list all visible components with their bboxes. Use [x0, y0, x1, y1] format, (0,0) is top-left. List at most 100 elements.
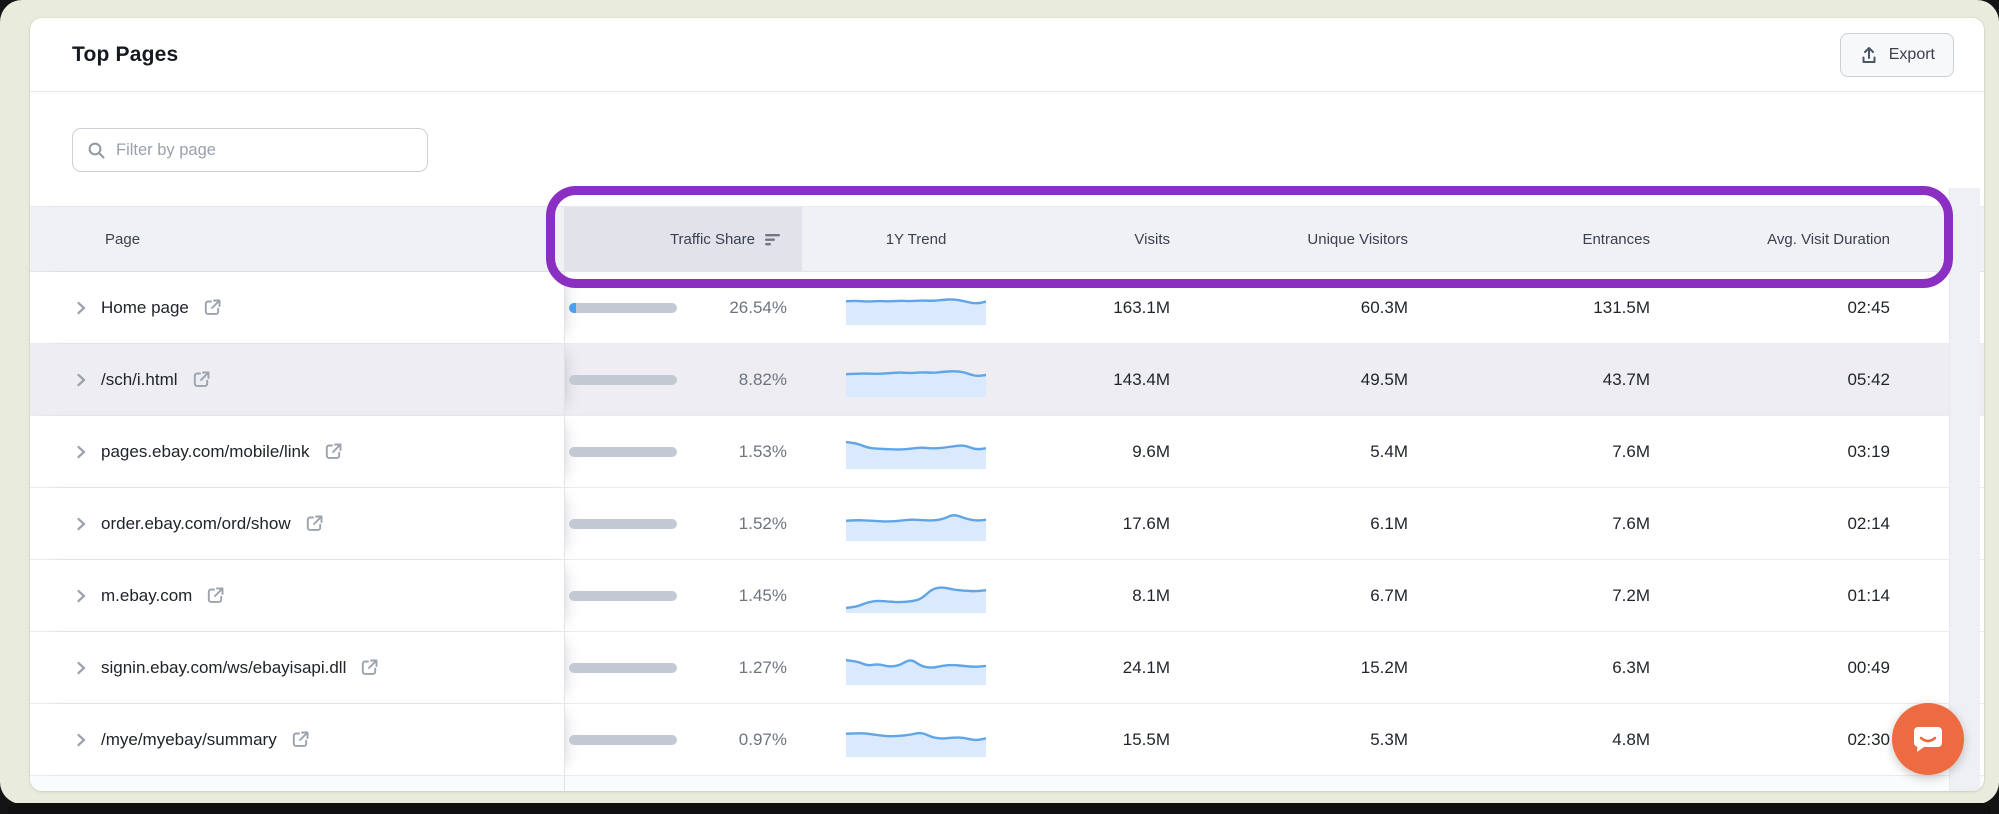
column-header-avg-visit-duration[interactable]: Avg. Visit Duration [1665, 207, 1905, 271]
chat-bubble-icon [1908, 719, 1948, 759]
visits-value: 8.1M [1132, 585, 1170, 605]
page-cell[interactable]: Home page [30, 272, 565, 343]
chevron-right-icon[interactable] [74, 732, 88, 748]
page-title: Top Pages [72, 42, 179, 66]
entrances-value: 6.3M [1612, 657, 1650, 677]
table-row[interactable]: Home page 26.54% 163.1M 60.3M 131.5M 02:… [30, 272, 1984, 344]
column-header-page[interactable]: Page [30, 207, 565, 271]
vertical-scrollbar-track[interactable] [1949, 188, 1980, 791]
traffic-share-value: 26.54% [729, 297, 787, 317]
table-body: Home page 26.54% 163.1M 60.3M 131.5M 02:… [30, 272, 1984, 776]
chevron-right-icon[interactable] [74, 372, 88, 388]
external-link-icon[interactable] [304, 513, 325, 534]
entrances-value: 7.2M [1612, 585, 1650, 605]
table-row[interactable]: pages.ebay.com/mobile/link 1.53% 9.6M 5.… [30, 416, 1984, 488]
chevron-right-icon[interactable] [74, 660, 88, 676]
traffic-share-value: 0.97% [738, 729, 787, 749]
top-pages-card: Top Pages Export Page Traffic [30, 18, 1984, 791]
export-icon [1859, 45, 1879, 65]
column-header-entrances[interactable]: Entrances [1423, 207, 1665, 271]
filter-input[interactable] [116, 140, 413, 160]
traffic-share-cell: 1.45% [565, 560, 802, 631]
external-link-icon[interactable] [290, 729, 311, 750]
traffic-share-bar [569, 518, 677, 529]
external-link-icon[interactable] [323, 441, 344, 462]
filter-box [72, 128, 428, 172]
sort-descending-icon [764, 232, 782, 247]
page-name: pages.ebay.com/mobile/link [101, 441, 310, 461]
avg-visit-duration-value: 02:14 [1847, 513, 1890, 533]
column-header-entrances-label: Entrances [1582, 230, 1650, 248]
visits-value: 9.6M [1132, 441, 1170, 461]
table-row[interactable]: /mye/myebay/summary 0.97% 15.5M 5.3M 4.8… [30, 704, 1984, 776]
visits-value: 24.1M [1122, 657, 1170, 677]
traffic-share-bar [569, 734, 677, 745]
chevron-right-icon[interactable] [74, 516, 88, 532]
traffic-share-bar-fill [569, 302, 576, 313]
avg-visit-duration-value: 05:42 [1847, 369, 1890, 389]
avg-visit-duration-value: 02:45 [1847, 297, 1890, 317]
traffic-share-bar [569, 302, 677, 313]
table-row[interactable]: m.ebay.com 1.45% 8.1M 6.7M 7.2M 01:14 [30, 560, 1984, 632]
page-cell[interactable]: pages.ebay.com/mobile/link [30, 416, 565, 487]
traffic-share-cell: 1.52% [565, 488, 802, 559]
avg-visit-duration-value: 02:30 [1847, 729, 1890, 749]
avg-visit-duration-value: 03:19 [1847, 441, 1890, 461]
visits-value: 15.5M [1122, 729, 1170, 749]
page-name: /mye/myebay/summary [101, 729, 277, 749]
traffic-share-cell: 26.54% [565, 272, 802, 343]
chevron-right-icon[interactable] [74, 444, 88, 460]
external-link-icon[interactable] [191, 369, 212, 390]
export-button[interactable]: Export [1839, 32, 1954, 77]
column-header-1y-trend-label: 1Y Trend [885, 230, 947, 248]
column-header-1y-trend[interactable]: 1Y Trend [802, 207, 1030, 271]
page-name: m.ebay.com [101, 585, 193, 605]
column-header-avg-visit-duration-label: Avg. Visit Duration [1767, 230, 1890, 248]
column-header-visits[interactable]: Visits [1030, 207, 1185, 271]
trend-cell [802, 416, 1030, 487]
chat-launcher-button[interactable] [1892, 703, 1964, 775]
traffic-share-value: 1.27% [738, 657, 787, 677]
avg-visit-duration-value: 01:14 [1847, 585, 1890, 605]
page-cell[interactable]: order.ebay.com/ord/show [30, 488, 565, 559]
column-header-traffic-share[interactable]: Traffic Share [565, 207, 802, 271]
page-cell[interactable]: m.ebay.com [30, 560, 565, 631]
traffic-share-bar [569, 590, 677, 601]
page-name: Home page [101, 297, 189, 317]
unique-visitors-value: 49.5M [1360, 369, 1408, 389]
table-row[interactable]: signin.ebay.com/ws/ebayisapi.dll 1.27% 2… [30, 632, 1984, 704]
traffic-share-value: 8.82% [738, 369, 787, 389]
trend-sparkline [846, 731, 986, 757]
page-cell[interactable]: signin.ebay.com/ws/ebayisapi.dll [30, 632, 565, 703]
unique-visitors-value: 60.3M [1360, 297, 1408, 317]
traffic-share-cell: 1.53% [565, 416, 802, 487]
trend-cell [802, 488, 1030, 559]
table-row[interactable]: order.ebay.com/ord/show 1.52% 17.6M 6.1M… [30, 488, 1984, 560]
traffic-share-bar [569, 446, 677, 457]
traffic-share-bar [569, 662, 677, 673]
unique-visitors-value: 15.2M [1360, 657, 1408, 677]
trend-sparkline [846, 369, 986, 397]
search-icon [87, 141, 106, 160]
entrances-value: 43.7M [1602, 369, 1650, 389]
chevron-right-icon[interactable] [74, 588, 88, 604]
column-header-unique-visitors[interactable]: Unique Visitors [1185, 207, 1423, 271]
card-header: Top Pages Export [30, 18, 1984, 92]
trend-sparkline [846, 513, 986, 541]
trend-cell [802, 560, 1030, 631]
external-link-icon[interactable] [359, 657, 380, 678]
external-link-icon[interactable] [202, 297, 223, 318]
traffic-share-cell: 0.97% [565, 704, 802, 775]
page-cell [30, 776, 565, 791]
chevron-right-icon[interactable] [74, 300, 88, 316]
entrances-value: 7.6M [1612, 513, 1650, 533]
page-name: /sch/i.html [101, 369, 178, 389]
visits-value: 143.4M [1113, 369, 1170, 389]
page-cell[interactable]: /mye/myebay/summary [30, 704, 565, 775]
trend-cell [802, 272, 1030, 343]
external-link-icon[interactable] [205, 585, 226, 606]
visits-value: 17.6M [1122, 513, 1170, 533]
table-row[interactable]: /sch/i.html 8.82% 143.4M 49.5M 43.7M 05:… [30, 344, 1984, 416]
page-cell[interactable]: /sch/i.html [30, 344, 565, 415]
page-name: order.ebay.com/ord/show [101, 513, 291, 533]
